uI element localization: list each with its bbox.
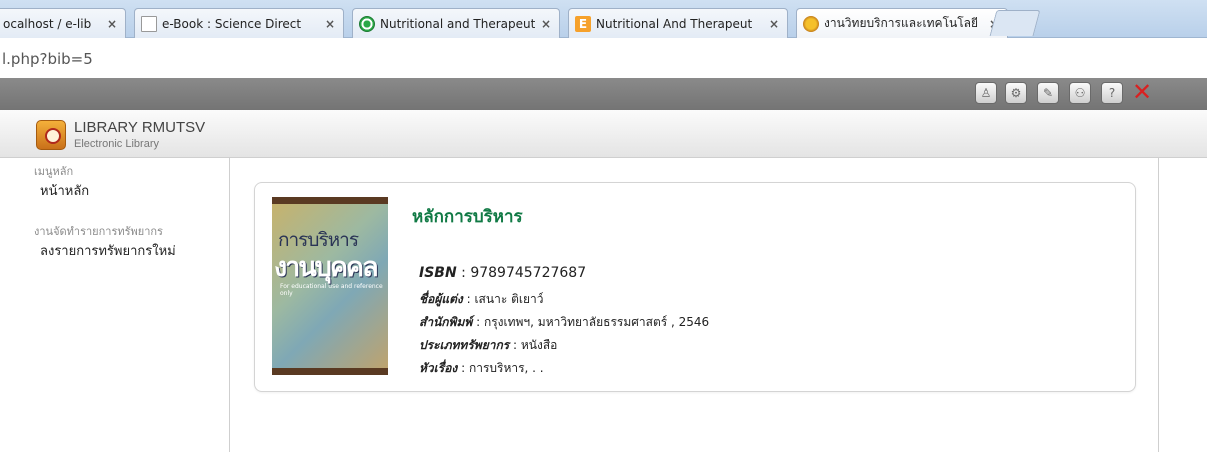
field-separator: : bbox=[472, 315, 484, 329]
sidebar-item-home[interactable]: หน้าหลัก bbox=[40, 180, 89, 201]
tab-label: งานวิทยบริการและเทคโนโลยี bbox=[824, 16, 979, 30]
site-header: LIBRARY RMUTSV Electronic Library bbox=[0, 110, 1207, 158]
book-cover-image[interactable]: การบริหาร งานบุคคล For educational use a… bbox=[272, 197, 388, 375]
browser-tab-library[interactable]: งานวิทยบริการและเทคโนโลยี × bbox=[796, 8, 1008, 38]
browser-tab-nutritional-1[interactable]: Nutritional and Therapeut × bbox=[352, 8, 560, 38]
book-title[interactable]: หลักการบริหาร bbox=[412, 203, 523, 230]
field-key: ประเภททรัพยากร bbox=[419, 338, 510, 352]
field-resource-type: ประเภททรัพยากร : หนังสือ bbox=[419, 336, 557, 355]
field-key: หัวเรื่อง bbox=[419, 361, 458, 375]
page-icon bbox=[141, 15, 157, 32]
cover-subtitle: For educational use and reference only bbox=[280, 283, 383, 297]
app-toolbar: ♙ ⚙ ✎ ⚇ ? ✕ bbox=[0, 78, 1207, 110]
field-key: สำนักพิมพ์ bbox=[419, 315, 473, 329]
library-logo bbox=[36, 120, 66, 150]
close-icon[interactable]: × bbox=[325, 17, 335, 31]
address-bar[interactable]: l.php?bib=5 bbox=[0, 38, 1207, 78]
edit-icon[interactable]: ✎ bbox=[1037, 82, 1059, 104]
tab-label: Nutritional and Therapeut bbox=[380, 16, 535, 31]
field-value: เสนาะ ติเยาว์ bbox=[474, 292, 544, 306]
field-isbn: ISBN : 9789745727687 bbox=[419, 265, 586, 281]
settings-icon[interactable]: ⚙ bbox=[1005, 82, 1027, 104]
field-separator: : bbox=[509, 338, 521, 352]
brand-subtitle: Electronic Library bbox=[74, 138, 159, 150]
close-icon[interactable]: ✕ bbox=[1131, 80, 1153, 104]
brand-title: LIBRARY RMUTSV bbox=[74, 119, 206, 136]
cover-title-line-2: งานบุคคล bbox=[274, 252, 379, 283]
bee-icon bbox=[803, 15, 819, 32]
browser-tab-ebook[interactable]: e-Book : Science Direct × bbox=[134, 8, 344, 38]
field-separator: : bbox=[456, 265, 471, 281]
e-icon: E bbox=[575, 15, 591, 32]
book-card: การบริหาร งานบุคคล For educational use a… bbox=[254, 182, 1136, 392]
cover-stripe bbox=[272, 197, 388, 204]
tab-label: e-Book : Science Direct bbox=[162, 16, 302, 31]
field-value: หนังสือ bbox=[520, 338, 558, 352]
tab-label: Nutritional And Therapeut bbox=[596, 16, 753, 31]
field-author: ชื่อผู้แต่ง : เสนาะ ติเยาว์ bbox=[419, 290, 543, 309]
close-icon[interactable]: × bbox=[769, 17, 779, 31]
content-divider bbox=[1158, 158, 1159, 452]
tab-label: ocalhost / e-lib bbox=[3, 16, 92, 31]
sidebar: เมนูหลัก หน้าหลัก งานจัดทำรายการทรัพยากร… bbox=[0, 158, 230, 452]
field-value: กรุงเทพฯ, มหาวิทยาลัยธรรมศาสตร์ , 2546 bbox=[483, 315, 710, 329]
field-separator: : bbox=[457, 361, 469, 375]
field-key: ISBN bbox=[419, 265, 457, 281]
menu-heading-main: เมนูหลัก bbox=[34, 165, 74, 178]
close-icon[interactable]: × bbox=[107, 17, 117, 31]
user-icon[interactable]: ♙ bbox=[975, 82, 997, 104]
users-icon[interactable]: ⚇ bbox=[1069, 82, 1091, 104]
address-url[interactable]: l.php?bib=5 bbox=[2, 50, 93, 68]
browser-tab-strip: ocalhost / e-lib × e-Book : Science Dire… bbox=[0, 0, 1207, 38]
browser-tab-nutritional-2[interactable]: E Nutritional And Therapeut × bbox=[568, 8, 788, 38]
field-key: ชื่อผู้แต่ง bbox=[419, 292, 463, 306]
field-publisher: สำนักพิมพ์ : กรุงเทพฯ, มหาวิทยาลัยธรรมศา… bbox=[419, 313, 709, 332]
field-value: การบริหาร, . . bbox=[468, 361, 544, 375]
field-value: 9789745727687 bbox=[470, 265, 587, 281]
sidebar-item-new-resource[interactable]: ลงรายการทรัพยากรใหม่ bbox=[40, 240, 176, 261]
field-subject: หัวเรื่อง : การบริหาร, . . bbox=[419, 359, 544, 378]
new-tab-button[interactable] bbox=[989, 10, 1041, 36]
close-icon[interactable]: × bbox=[541, 17, 551, 31]
green-circle-icon bbox=[359, 15, 375, 32]
help-icon[interactable]: ? bbox=[1101, 82, 1123, 104]
cover-stripe bbox=[272, 368, 388, 375]
menu-heading-cataloging: งานจัดทำรายการทรัพยากร bbox=[34, 225, 163, 238]
browser-tab-localhost[interactable]: ocalhost / e-lib × bbox=[0, 8, 126, 38]
field-separator: : bbox=[462, 292, 475, 306]
